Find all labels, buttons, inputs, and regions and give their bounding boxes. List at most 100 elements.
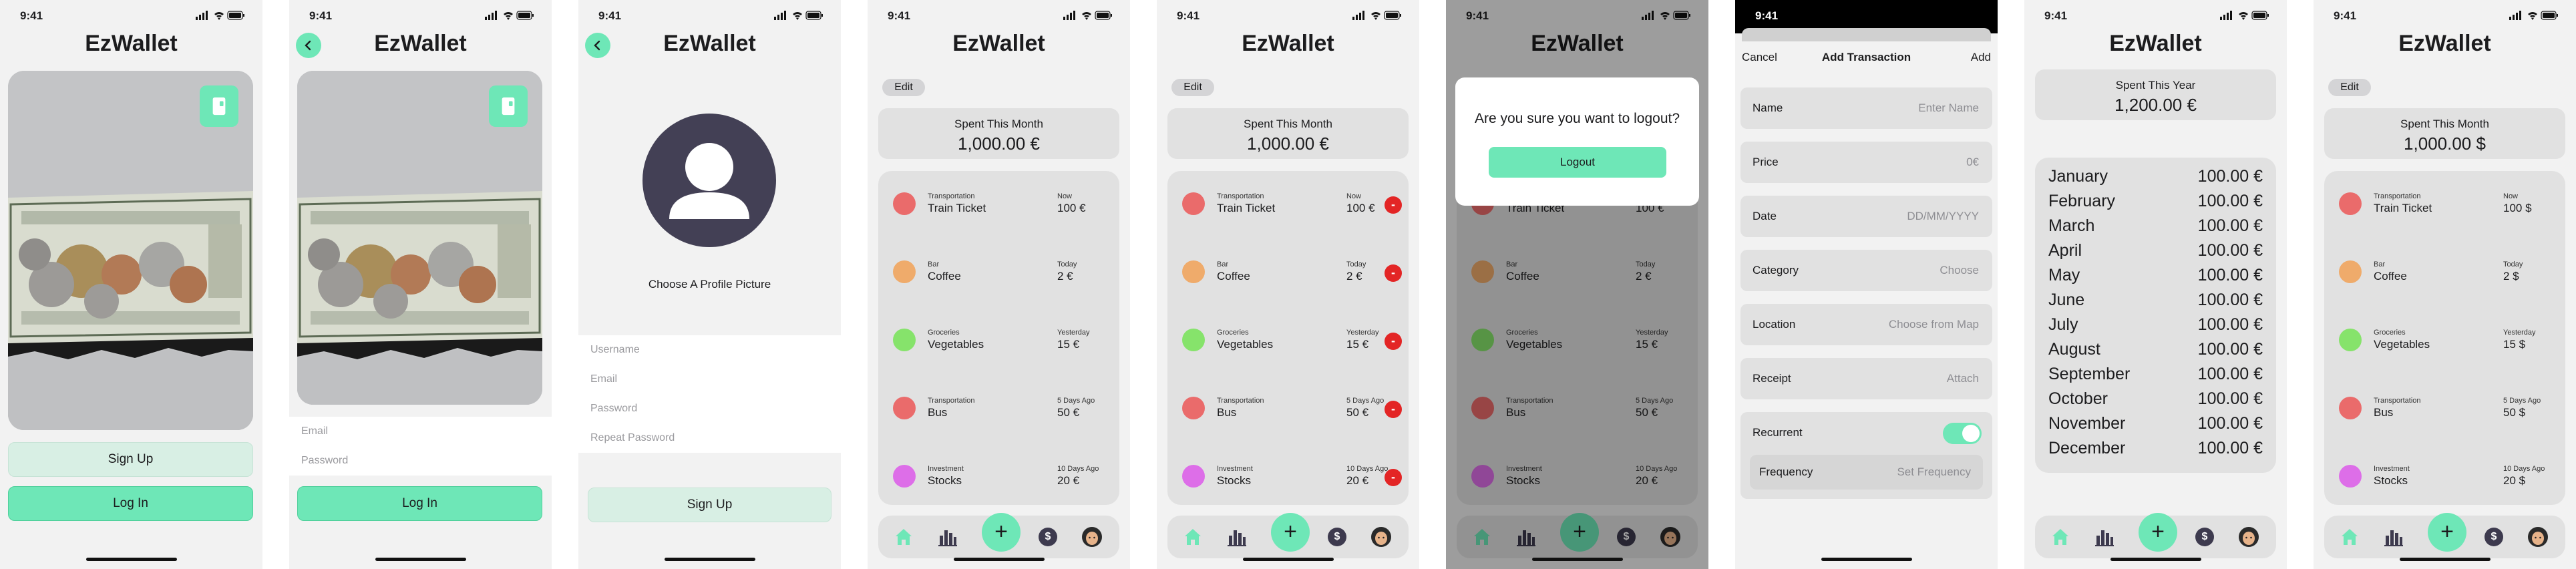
transaction-row[interactable]: Transportation Bus 5 Days Ago 50 $ [2324, 385, 2565, 431]
frequency-select[interactable]: Set Frequency [1897, 465, 1971, 479]
avatar [2528, 527, 2548, 547]
category-dot [1182, 192, 1205, 215]
location-picker[interactable]: Choose from Map [1889, 318, 1979, 331]
category-select[interactable]: Choose [1940, 264, 1979, 277]
price-input[interactable]: 0€ [1966, 156, 1979, 169]
tab-home[interactable] [2339, 526, 2360, 548]
add-transaction-button[interactable]: + [2139, 513, 2177, 552]
transaction-row[interactable]: Investment Stocks 10 Days Ago 20 € [878, 453, 1119, 500]
profile-picture-button[interactable] [642, 114, 776, 247]
month-value: 100.00 € [2197, 414, 2263, 433]
tab-currency[interactable]: $ [2483, 526, 2505, 548]
summary-label: Spent This Year [2115, 79, 2196, 91]
add-transaction-button[interactable]: + [982, 513, 1021, 552]
signup-button[interactable]: Sign Up [588, 488, 832, 522]
transaction-row[interactable]: Investment Stocks 10 Days Ago 20 € - [1167, 453, 1409, 500]
month-name: December [2048, 439, 2126, 457]
delete-button[interactable]: - [1385, 264, 1402, 282]
month-value: 100.00 € [2197, 365, 2263, 383]
transaction-row[interactable]: Transportation Train Ticket Now 100 € [878, 180, 1119, 227]
month-summary: Spent This Month 1,000.00 $ [2324, 108, 2565, 159]
delete-button[interactable]: - [1385, 401, 1402, 418]
password-field[interactable]: Password [289, 446, 552, 476]
transaction-row[interactable]: Bar Coffee Today 2 € - [1167, 248, 1409, 295]
tab-home[interactable] [1182, 526, 1204, 548]
yearly-screen: 9:41 EzWallet Spent This Year 1,200.00 €… [2024, 0, 2287, 569]
summary-label: Spent This Month [2400, 118, 2489, 130]
receipt-row[interactable]: Receipt Attach [1740, 358, 1992, 399]
transaction-date: Today [2503, 260, 2523, 268]
transaction-date: Yesterday [1057, 329, 1090, 337]
tab-statistics[interactable] [1226, 526, 1248, 548]
location-row[interactable]: Location Choose from Map [1740, 304, 1992, 345]
tab-currency[interactable]: $ [1037, 526, 1059, 548]
date-input[interactable]: DD/MM/YYYY [1907, 210, 1979, 223]
price-row[interactable]: Price 0€ [1740, 142, 1992, 183]
receipt-attach[interactable]: Attach [1947, 372, 1979, 385]
transaction-row[interactable]: Transportation Train Ticket Now 100 $ [2324, 180, 2565, 227]
transaction-row[interactable]: Transportation Bus 5 Days Ago 50 € [878, 385, 1119, 431]
delete-button[interactable]: - [1385, 469, 1402, 486]
username-field[interactable]: Username [578, 335, 841, 365]
category-dot [2339, 465, 2362, 488]
dollar-icon: $ [2485, 528, 2503, 546]
add-button[interactable]: Add [1971, 51, 1991, 64]
status-time: 9:41 [888, 9, 911, 22]
signup-button[interactable]: Sign Up [8, 442, 253, 477]
summary-label: Spent This Month [1244, 118, 1332, 130]
bar-chart-icon [2094, 526, 2115, 548]
edit-button[interactable]: Edit [2328, 79, 2371, 96]
month-value: 100.00 € [2197, 266, 2263, 284]
transaction-row[interactable]: Groceries Vegetables Yesterday 15 € - [1167, 317, 1409, 363]
login-button[interactable]: Log In [297, 486, 542, 521]
tab-statistics[interactable] [2383, 526, 2404, 548]
delete-button[interactable]: - [1385, 196, 1402, 214]
tab-statistics[interactable] [2094, 526, 2115, 548]
frequency-row[interactable]: Frequency Set Frequency [1750, 455, 1983, 490]
tab-currency[interactable]: $ [1326, 526, 1348, 548]
delete-button[interactable]: - [1385, 333, 1402, 350]
login-button[interactable]: Log In [8, 486, 253, 521]
status-icons [1063, 11, 1113, 20]
tab-currency[interactable]: $ [2194, 526, 2215, 548]
tab-profile[interactable] [2238, 526, 2259, 548]
transaction-row[interactable]: Groceries Vegetables Yesterday 15 $ [2324, 317, 2565, 363]
password-field[interactable]: Password [578, 394, 841, 423]
edit-button[interactable]: Edit [882, 79, 925, 96]
logout-button[interactable]: Logout [1489, 147, 1666, 178]
home-indicator [1242, 558, 1334, 561]
transaction-name: Bus [928, 406, 948, 419]
repeat-password-field[interactable]: Repeat Password [578, 423, 841, 453]
category-row[interactable]: Category Choose [1740, 250, 1992, 291]
add-transaction-button[interactable]: + [1271, 513, 1310, 552]
transaction-row[interactable]: Transportation Bus 5 Days Ago 50 € - [1167, 385, 1409, 431]
date-row[interactable]: Date DD/MM/YYYY [1740, 196, 1992, 237]
edit-button[interactable]: Edit [1171, 79, 1214, 96]
tab-profile[interactable] [1370, 526, 1392, 548]
category-dot [893, 329, 916, 351]
transaction-category: Transportation [928, 192, 975, 200]
tab-statistics[interactable] [937, 526, 958, 548]
app-title: EzWallet [85, 31, 178, 56]
transaction-row[interactable]: Bar Coffee Today 2 $ [2324, 248, 2565, 295]
sheet-title: Add Transaction [1821, 51, 1911, 63]
transaction-row[interactable]: Groceries Vegetables Yesterday 15 € [878, 317, 1119, 363]
tab-profile[interactable] [2527, 526, 2549, 548]
tab-home[interactable] [2050, 526, 2071, 548]
name-row[interactable]: Name Enter Name [1740, 87, 1992, 129]
transaction-row[interactable]: Bar Coffee Today 2 € [878, 248, 1119, 295]
transaction-amount: 50 $ [2503, 406, 2526, 419]
avatar [1082, 527, 1102, 547]
transaction-name: Vegetables [1217, 338, 1274, 351]
transaction-name: Stocks [1217, 474, 1252, 487]
transaction-amount: 2 € [1057, 270, 1073, 282]
name-input[interactable]: Enter Name [1918, 102, 1979, 115]
transaction-row[interactable]: Investment Stocks 10 Days Ago 20 $ [2324, 453, 2565, 500]
email-field[interactable]: Email [578, 365, 841, 394]
recurrent-toggle[interactable] [1943, 423, 1982, 444]
transaction-row[interactable]: Transportation Train Ticket Now 100 € - [1167, 180, 1409, 227]
email-field[interactable]: Email [289, 417, 552, 446]
tab-profile[interactable] [1081, 526, 1103, 548]
add-transaction-button[interactable]: + [2428, 513, 2466, 552]
tab-home[interactable] [893, 526, 914, 548]
